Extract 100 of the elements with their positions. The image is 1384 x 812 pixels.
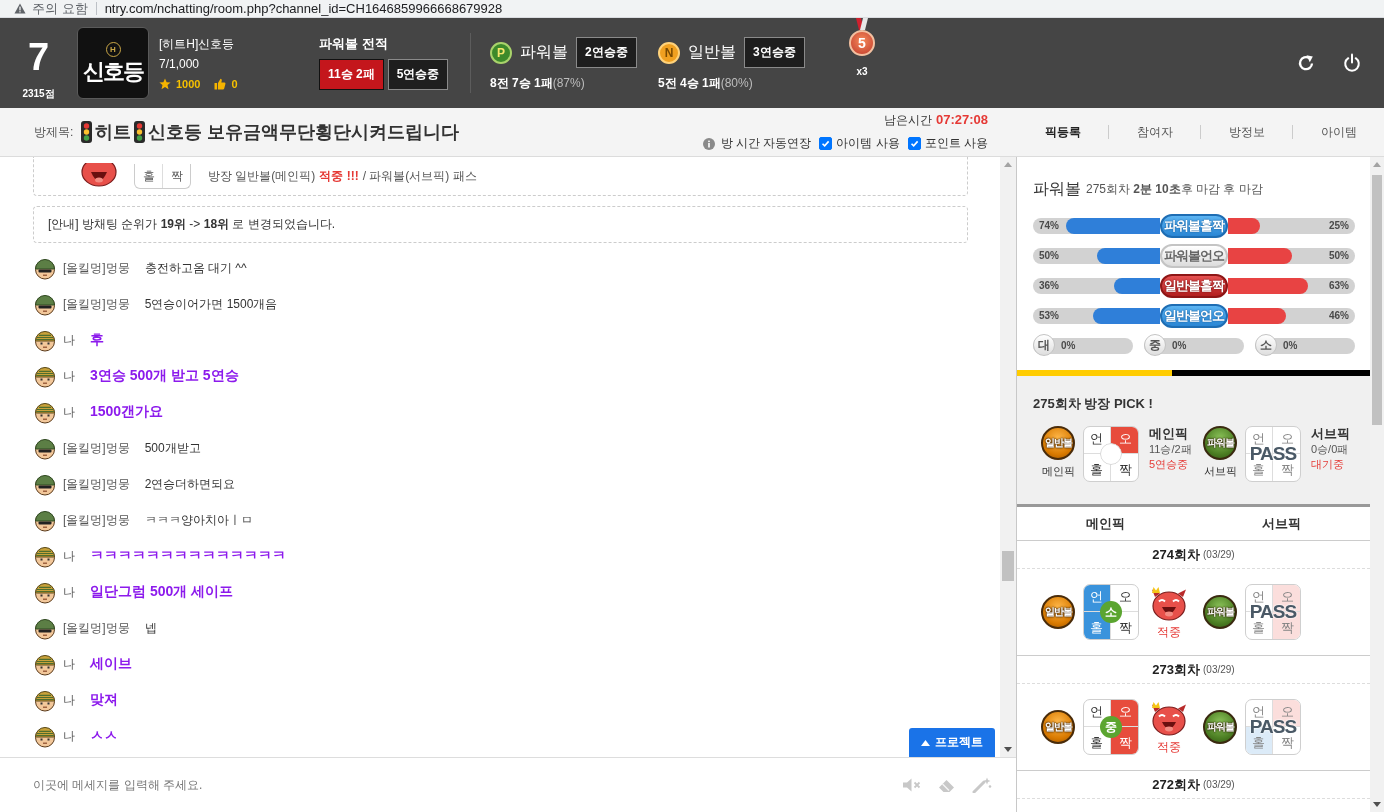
market-pill: 일반볼홀짝 xyxy=(1160,274,1228,298)
medal-badge: 5 xyxy=(849,30,875,56)
pick-title: 275회차 방장 PICK ! xyxy=(1033,396,1154,412)
soldier-avatar-icon xyxy=(33,688,57,712)
message-text: 충전하고옴 대기 ^^ xyxy=(144,259,247,277)
message-text: 5연승이어가면 1500개음 xyxy=(144,295,278,313)
star-count: 1000 xyxy=(176,77,201,91)
panel-tab[interactable]: 방정보 xyxy=(1201,123,1292,141)
option-label: 포인트 사용 xyxy=(924,135,988,152)
result-badge: 11승 2패 xyxy=(319,59,384,90)
option-label: 아이템 사용 xyxy=(836,135,900,152)
percent-label: 50% xyxy=(1329,249,1349,263)
win-rate: (80%) xyxy=(720,76,753,90)
ball-badge: 일반볼 xyxy=(1041,710,1075,744)
pick-name: 서브픽 xyxy=(1311,426,1351,442)
streak-badge: 2연승중 xyxy=(576,37,637,68)
scroll-down-icon[interactable] xyxy=(1004,747,1012,752)
scrollbar-thumb[interactable] xyxy=(1372,175,1382,425)
logo-text: 신호등 xyxy=(83,58,143,85)
percent-label: 0% xyxy=(1061,339,1076,353)
game-name: 일반볼 xyxy=(688,42,736,62)
member-count: 7/1,000 xyxy=(159,57,201,71)
sender-name: [올킬멍]멍뭉 xyxy=(63,439,130,457)
warning-icon xyxy=(14,3,26,14)
soldier-avatar-icon xyxy=(33,508,57,532)
sender-name: 나 xyxy=(63,727,75,745)
round-date: (03/29) xyxy=(1203,549,1235,560)
size-badge: 대 xyxy=(1033,334,1055,356)
message-text: 세이브 xyxy=(90,655,132,673)
circle-marker-icon xyxy=(1100,443,1122,465)
scroll-down-icon[interactable] xyxy=(1373,802,1381,807)
scrollbar-track[interactable] xyxy=(1000,157,1016,757)
sender-name: 나 xyxy=(63,655,75,673)
record-title: 파워볼 전적 xyxy=(319,37,389,51)
percent-label: 25% xyxy=(1329,219,1349,233)
market-pill: 파워볼홀짝 xyxy=(1160,214,1228,238)
eraser-icon[interactable] xyxy=(937,777,957,793)
room-title: 신호등 보유금액무단횡단시켜드립니다 xyxy=(148,121,460,144)
protect-button[interactable]: 프로젝트 xyxy=(909,728,995,757)
level-number: 7 xyxy=(27,38,50,76)
scroll-up-icon[interactable] xyxy=(1004,162,1012,167)
scroll-up-icon[interactable] xyxy=(1373,162,1381,167)
soldier-avatar-icon xyxy=(33,436,57,460)
monster-face-icon xyxy=(1149,585,1189,622)
thumbs-up-icon xyxy=(214,78,227,90)
round-date: (03/29) xyxy=(1203,779,1235,790)
ball-badge: 파워볼 xyxy=(1203,426,1237,460)
game-badge: N xyxy=(658,41,680,64)
stats-title: 파워볼 xyxy=(1033,178,1081,199)
percent-label: 74% xyxy=(1039,219,1059,233)
magic-wand-icon[interactable] xyxy=(972,777,992,793)
round-date: (03/29) xyxy=(1203,664,1235,675)
game-record: 8전 7승 1패 xyxy=(490,76,553,90)
message-text: 2연승더하면되요 xyxy=(144,475,236,493)
percent-label: 46% xyxy=(1329,309,1349,323)
panel-tab[interactable]: 픽등록 xyxy=(1017,123,1108,141)
power-icon[interactable] xyxy=(1342,53,1362,73)
panel-tab[interactable]: 아이템 xyxy=(1293,123,1384,141)
message-text: 후 xyxy=(90,331,104,349)
checkbox[interactable] xyxy=(907,137,921,150)
star-icon xyxy=(159,78,171,90)
game-record: 5전 4승 1패 xyxy=(658,76,721,90)
url-text[interactable]: ntry.com/nchatting/room.php?channel_id=CH1646859966668679928 xyxy=(104,0,503,17)
ball-badge: 일반볼 xyxy=(1041,426,1075,460)
medal-multiplier: x3 xyxy=(856,66,868,78)
percent-label: 36% xyxy=(1039,279,1059,293)
result-label: 적중 xyxy=(1157,624,1181,639)
percent-label: 0% xyxy=(1172,339,1187,353)
sender-name: 나 xyxy=(63,547,75,565)
market-pill: 파워볼언오 xyxy=(1160,244,1228,268)
auto-extend-label[interactable]: 방 시간 자동연장 xyxy=(720,135,812,152)
sender-name: [올킬멍]멍뭉 xyxy=(63,295,130,313)
ball-badge: 파워볼 xyxy=(1203,710,1237,744)
round-title: 274회차 xyxy=(1152,545,1200,564)
panel-tab[interactable]: 참여자 xyxy=(1109,123,1200,141)
mute-icon[interactable] xyxy=(902,777,922,793)
message-input[interactable]: 이곳에 메세지를 입력해 주세요. xyxy=(33,771,887,799)
checkbox[interactable] xyxy=(819,137,833,150)
sender-name: 나 xyxy=(63,403,75,421)
size-badge: 중 xyxy=(1144,334,1166,356)
soldier-avatar-icon xyxy=(33,292,57,316)
pick-cell: 짝 xyxy=(162,163,190,188)
result-label: 적중 xyxy=(1157,739,1181,754)
soldier-avatar-icon xyxy=(33,328,57,352)
scrollbar-track[interactable] xyxy=(1370,157,1384,812)
refresh-icon[interactable] xyxy=(1296,53,1316,73)
scrollbar-thumb[interactable] xyxy=(1002,551,1014,581)
message-text: 넵 xyxy=(144,619,157,637)
sender-name: 나 xyxy=(63,331,75,349)
caret-up-icon xyxy=(921,739,930,746)
message-text: 500개받고 xyxy=(144,439,201,457)
message-text: 3연승 500개 받고 5연승 xyxy=(90,367,239,385)
sender-name: 나 xyxy=(63,367,75,385)
pick-status: 5연승중 xyxy=(1149,457,1190,472)
soldier-avatar-icon xyxy=(33,544,57,568)
percent-label: 63% xyxy=(1329,279,1349,293)
pick-cell-text: 짝 xyxy=(1280,734,1295,752)
message-text: 일단그럼 500개 세이프 xyxy=(90,583,234,601)
game-badge: P xyxy=(490,41,512,64)
traffic-light-icon xyxy=(134,121,146,143)
